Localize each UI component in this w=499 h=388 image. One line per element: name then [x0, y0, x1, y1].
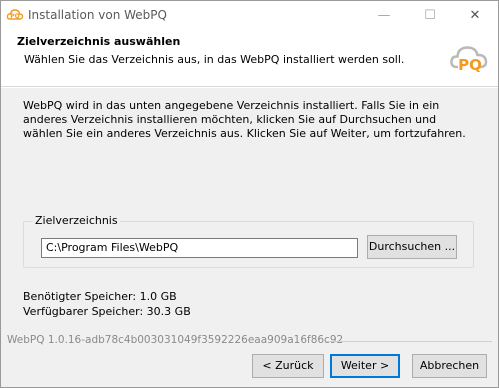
maximize-icon[interactable]: ☐ [407, 1, 453, 30]
header-divider [1, 87, 498, 88]
minimize-icon[interactable]: — [361, 1, 407, 30]
required-space-text: Benötigter Speicher: 1.0 GB [23, 290, 177, 303]
back-button[interactable]: < Zurück [252, 354, 324, 378]
window-title: Installation von WebPQ [28, 8, 167, 22]
page-title: Zielverzeichnis auswählen [17, 35, 181, 48]
branding-text: WebPQ 1.0.16-adb78c4b003031049f3592226ea… [7, 334, 344, 346]
description-text: WebPQ wird in das unten angegebene Verze… [23, 99, 466, 140]
available-space-text: Verfügbarer Speicher: 30.3 GB [23, 305, 191, 318]
footer-divider [326, 341, 492, 342]
page-subtitle: Wählen Sie das Verzeichnis aus, in das W… [24, 53, 405, 66]
svg-text:PQ: PQ [10, 13, 20, 20]
next-button[interactable]: Weiter > [330, 354, 400, 378]
target-directory-label: Zielverzeichnis [33, 214, 120, 227]
browse-button[interactable]: Durchsuchen ... [367, 235, 457, 259]
target-path-input[interactable]: C:\Program Files\WebPQ [41, 238, 358, 258]
installer-window: PQ Installation von WebPQ — ☐ ✕ Zielverz… [0, 0, 499, 388]
webpq-logo-icon: PQ [450, 46, 488, 74]
title-bar[interactable]: PQ Installation von WebPQ — ☐ ✕ [1, 1, 498, 30]
wizard-header: Zielverzeichnis auswählen Wählen Sie das… [1, 30, 498, 87]
svg-text:PQ: PQ [458, 56, 482, 74]
webpq-cloud-icon: PQ [6, 9, 24, 20]
close-icon[interactable]: ✕ [452, 1, 498, 30]
cancel-button[interactable]: Abbrechen [412, 354, 487, 378]
